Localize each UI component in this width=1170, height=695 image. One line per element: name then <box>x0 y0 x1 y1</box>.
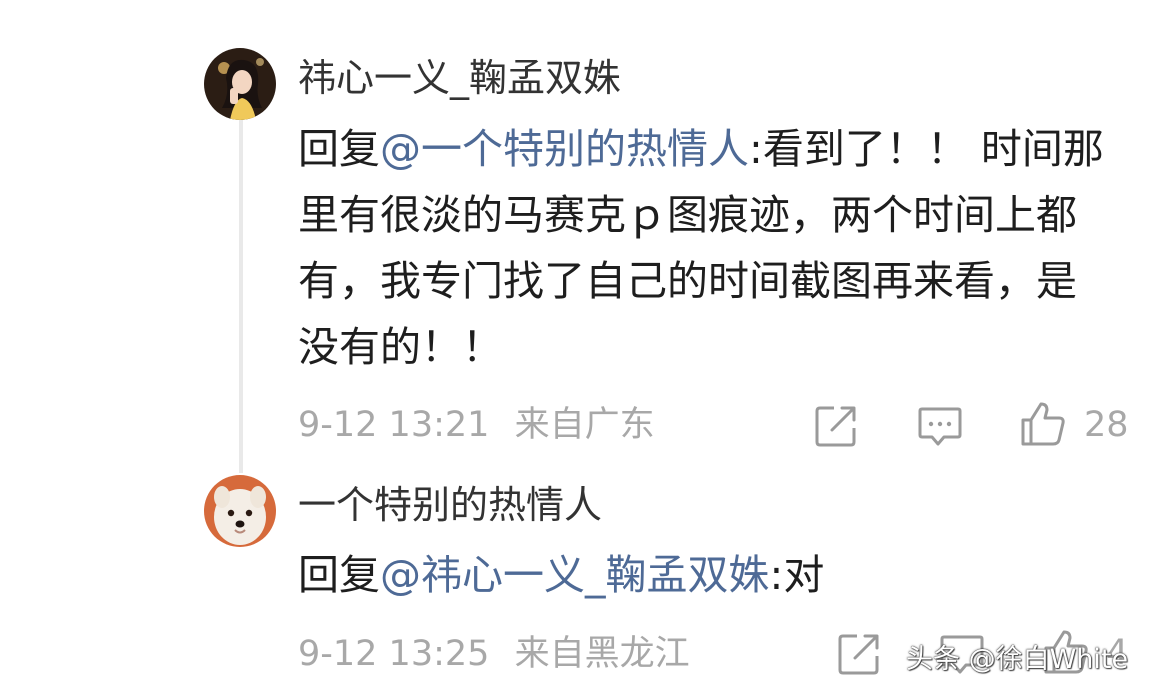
share-icon <box>815 406 856 447</box>
comment-text: 回复@祎心一义_鞠孟双姝:对 <box>298 542 1110 608</box>
comment-meta: 9-12 13:25 来自黑龙江 <box>298 632 704 676</box>
comment-location: 来自广东 <box>514 405 655 445</box>
reply-prefix: 回复 <box>298 551 380 599</box>
comment-text-body: :对 <box>769 551 825 599</box>
share-button[interactable] <box>835 630 883 678</box>
comment-date: 9-12 13:25 <box>298 634 490 674</box>
like-button[interactable] <box>1019 400 1067 448</box>
like-count: 28 <box>1084 405 1129 445</box>
comment-username[interactable]: 祎心一义_鞠孟双姝 <box>298 54 621 102</box>
avatar[interactable] <box>204 48 276 120</box>
mention-link[interactable]: @一个特别的热情人 <box>380 125 749 173</box>
comment-date: 9-12 13:21 <box>298 405 490 445</box>
watermark: 头条 @徐白White <box>906 644 1129 675</box>
reply-prefix: 回复 <box>298 125 380 173</box>
comment-location: 来自黑龙江 <box>514 634 690 674</box>
comment-text-line1: :看到了！！ 时间 <box>749 125 1063 173</box>
comment-text: 回复@一个特别的热情人:看到了！！ 时间那里有很淡的马赛克ｐ图痕迹，两个时间上都… <box>298 116 1110 380</box>
like-icon <box>1021 402 1065 446</box>
avatar[interactable] <box>204 475 276 547</box>
reply-button[interactable] <box>916 402 964 450</box>
comment-icon <box>918 407 962 446</box>
comment-meta: 9-12 13:21 来自广东 <box>298 403 669 447</box>
mention-link[interactable]: @祎心一义_鞠孟双姝 <box>380 551 770 599</box>
share-button[interactable] <box>812 402 860 450</box>
comment-username[interactable]: 一个特别的热情人 <box>298 481 602 529</box>
share-icon <box>838 634 879 675</box>
comment-thread: 祎心一义_鞠孟双姝 回复@一个特别的热情人:看到了！！ 时间那里有很淡的马赛克ｐ… <box>0 0 1170 695</box>
thread-connector-line <box>239 118 243 473</box>
